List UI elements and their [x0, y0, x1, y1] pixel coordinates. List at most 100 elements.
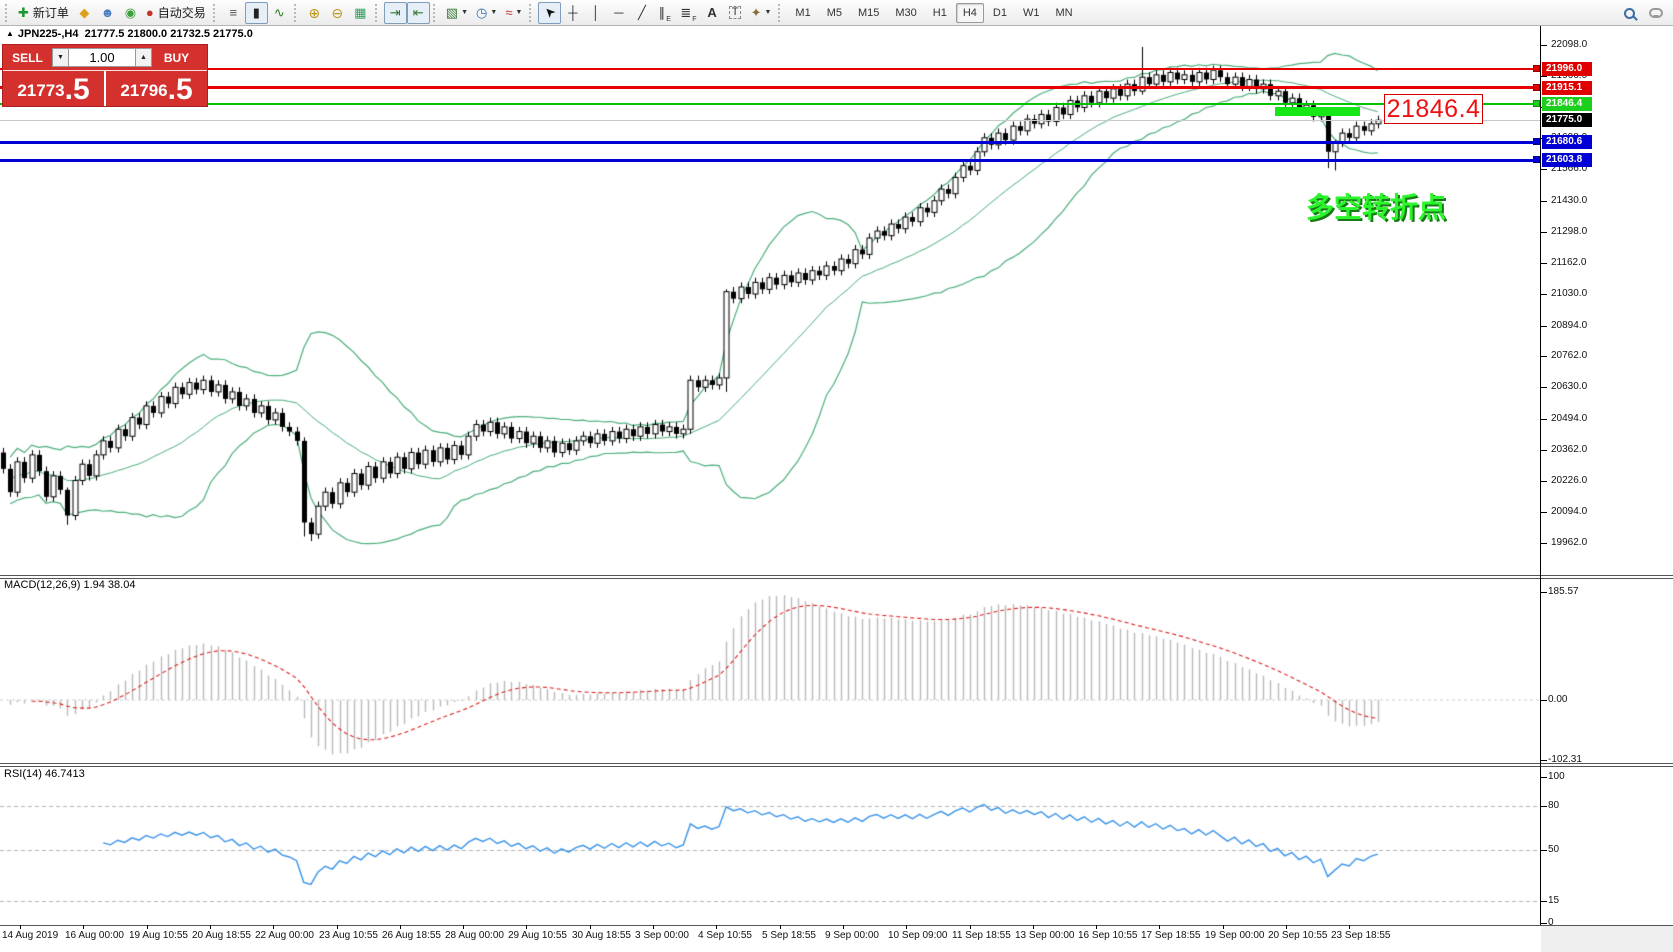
- community-button[interactable]: ☻: [96, 2, 119, 24]
- autotrading-button[interactable]: ●自动交易: [142, 2, 210, 24]
- chat-icon[interactable]: [1649, 8, 1663, 18]
- toolbar-group-handle[interactable]: [294, 4, 299, 22]
- toolbar-group-handle[interactable]: [5, 4, 10, 22]
- text-button[interactable]: A: [701, 2, 724, 24]
- arrows-button[interactable]: ✦▼: [747, 2, 776, 24]
- line-end-marker[interactable]: [1533, 138, 1540, 145]
- time-axis-label: 3 Sep 00:00: [635, 930, 689, 941]
- signals-button[interactable]: ◉: [119, 2, 142, 24]
- timeframe-m1-button[interactable]: M1: [788, 3, 817, 23]
- new-chart-button[interactable]: ▧▼: [442, 2, 472, 24]
- time-tick: [590, 925, 591, 929]
- macd-tick-label: 185.57: [1548, 586, 1579, 597]
- candle-chart-button[interactable]: ▮: [245, 2, 268, 24]
- autotrading-icon: ●: [146, 6, 154, 19]
- macd-tick: [1541, 700, 1547, 701]
- chevron-down-icon[interactable]: ▼: [515, 9, 522, 16]
- charts-button[interactable]: ◆: [73, 2, 96, 24]
- crosshair-button[interactable]: ┼: [561, 2, 584, 24]
- time-axis-label: 19 Aug 10:55: [129, 930, 188, 941]
- timeframe-d1-button[interactable]: D1: [986, 3, 1014, 23]
- channel-button[interactable]: ∥E: [653, 2, 676, 24]
- toolbar-right-icons: [1624, 0, 1663, 26]
- time-tick: [1286, 925, 1287, 929]
- time-axis-label: 5 Sep 18:55: [762, 930, 816, 941]
- timeframe-mn-button[interactable]: MN: [1048, 3, 1079, 23]
- price-axis-line[interactable]: [1540, 26, 1541, 925]
- text-icon: A: [707, 6, 716, 19]
- trendline-button[interactable]: ╱: [630, 2, 653, 24]
- profiles-button[interactable]: ◷▼: [472, 2, 501, 24]
- time-axis-label: 17 Sep 18:55: [1141, 930, 1201, 941]
- price-tick: [1541, 232, 1547, 233]
- price-callout-box[interactable]: 21846.4: [1384, 94, 1483, 124]
- sell-price[interactable]: 21773.5: [3, 71, 104, 106]
- horizontal-line-object[interactable]: [0, 120, 1540, 121]
- horizontal-line-object[interactable]: [0, 86, 1540, 89]
- price-tick-label: 20094.0: [1551, 506, 1587, 517]
- volume-down-button[interactable]: ▼: [52, 48, 69, 67]
- chevron-down-icon[interactable]: ▼: [461, 9, 468, 16]
- search-icon[interactable]: [1624, 8, 1635, 19]
- toolbar-group-handle[interactable]: [213, 4, 218, 22]
- label-button[interactable]: T: [724, 2, 747, 24]
- time-tick: [83, 925, 84, 929]
- new-order-button[interactable]: ✚新订单: [14, 2, 73, 24]
- time-tick: [653, 925, 654, 929]
- turning-point-annotation[interactable]: 多空转折点: [1306, 186, 1446, 226]
- line-chart-button[interactable]: ∿: [268, 2, 291, 24]
- timeframe-h1-button[interactable]: H1: [926, 3, 954, 23]
- line-end-marker[interactable]: [1533, 84, 1540, 91]
- toolbar-group-orders: ✚新订单◆☻◉●自动交易: [14, 2, 210, 24]
- zoom-out-button[interactable]: ⊖: [326, 2, 349, 24]
- zoom-in-button[interactable]: ⊕: [303, 2, 326, 24]
- price-tick: [1541, 387, 1547, 388]
- tile-windows-button[interactable]: ▦: [349, 2, 372, 24]
- time-axis-label: 11 Sep 18:55: [952, 930, 1011, 941]
- chart-shift-button[interactable]: ⇤: [407, 2, 430, 24]
- horizontal-line-object[interactable]: [0, 68, 1540, 70]
- toolbar-group-handle[interactable]: [529, 4, 534, 22]
- buy-price[interactable]: 21796.5: [104, 71, 207, 106]
- indicators-button[interactable]: ≈▼: [501, 2, 526, 24]
- horizontal-line-object[interactable]: [0, 159, 1540, 162]
- highlight-rectangle-object[interactable]: [1275, 107, 1360, 116]
- time-axis-label: 14 Aug 2019: [2, 930, 58, 941]
- timeframe-m30-button[interactable]: M30: [888, 3, 923, 23]
- horizontal-line-object[interactable]: [0, 141, 1540, 144]
- rsi-tick: [1541, 806, 1547, 807]
- timeframe-m5-button[interactable]: M5: [820, 3, 849, 23]
- time-axis-label: 9 Sep 00:00: [825, 930, 879, 941]
- panel-separator: [0, 575, 1673, 576]
- line-end-marker[interactable]: [1533, 156, 1540, 163]
- chevron-down-icon[interactable]: ▼: [764, 9, 771, 16]
- vertical-line-button[interactable]: │: [584, 2, 607, 24]
- fibonacci-button[interactable]: ≣F: [676, 2, 700, 24]
- collapse-icon[interactable]: ▲: [6, 29, 14, 38]
- time-tick: [337, 925, 338, 929]
- volume-input[interactable]: 1.00: [69, 48, 135, 67]
- toolbar-group-drawing: ➤┼│─╱∥E≣FAT✦▼: [538, 2, 775, 24]
- buy-button[interactable]: BUY: [152, 51, 201, 65]
- line-end-marker[interactable]: [1533, 100, 1540, 107]
- sell-button[interactable]: SELL: [3, 51, 52, 65]
- cursor-button[interactable]: ➤: [538, 2, 561, 24]
- price-level-tag: 21915.1: [1542, 81, 1592, 95]
- bar-chart-button[interactable]: ≡: [222, 2, 245, 24]
- horizontal-line-object[interactable]: [0, 103, 1540, 105]
- auto-scroll-button[interactable]: ⇥: [384, 2, 407, 24]
- chevron-down-icon[interactable]: ▼: [490, 9, 497, 16]
- panel-separator: [0, 763, 1673, 764]
- channel-icon: ∥: [659, 6, 666, 19]
- toolbar-group-handle[interactable]: [433, 4, 438, 22]
- volume-up-button[interactable]: ▲: [135, 48, 152, 67]
- trendline-icon: ╱: [638, 6, 646, 19]
- toolbar-group-handle[interactable]: [375, 4, 380, 22]
- timeframe-w1-button[interactable]: W1: [1016, 3, 1047, 23]
- horizontal-line-button[interactable]: ─: [607, 2, 630, 24]
- timeframe-h4-button[interactable]: H4: [956, 3, 984, 23]
- timeframe-m15-button[interactable]: M15: [851, 3, 886, 23]
- toolbar-group-handle[interactable]: [778, 4, 783, 22]
- icon-subscript: E: [666, 16, 671, 23]
- line-end-marker[interactable]: [1533, 65, 1540, 72]
